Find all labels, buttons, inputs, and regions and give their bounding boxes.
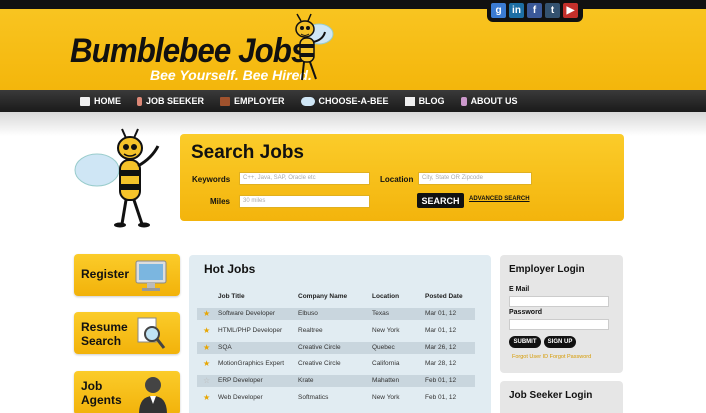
star-icon: ★ (203, 359, 211, 369)
nav-job-seeker[interactable]: JOB SEEKER (137, 96, 204, 106)
nav-home[interactable]: HOME (80, 96, 121, 106)
table-row[interactable]: ★ SQA Creative Circle Quebec Mar 26, 12 (197, 341, 475, 354)
table-cell-location: New York (372, 394, 400, 401)
monitor-icon (135, 260, 167, 291)
star-icon: ☆ (203, 376, 211, 386)
register-button[interactable]: Register (74, 254, 180, 296)
search-title: Search Jobs (191, 142, 304, 163)
keywords-label: Keywords (192, 175, 231, 184)
table-cell-location: Quebec (372, 343, 395, 351)
table-cell-date: Mar 28, 12 (425, 360, 457, 368)
document-icon (404, 96, 415, 106)
email-label: E Mail (509, 286, 530, 293)
search-button[interactable]: SEARCH (417, 193, 464, 208)
location-label: Location (380, 175, 414, 184)
table-row[interactable]: ★ Software Developer Elbuso Texas Mar 01, 12 (197, 308, 475, 320)
facebook-icon[interactable]: f (527, 3, 542, 18)
table-cell-date: Mar 01, 12 (425, 310, 457, 317)
star-icon: ★ (203, 309, 211, 318)
table-row[interactable]: ★ Web Developer Softmatics New York Feb 01, … (197, 392, 475, 404)
table-cell-title: SQA (218, 343, 232, 351)
table-cell-title: Web Developer (218, 394, 263, 401)
table-cell-company: Realtree (298, 326, 323, 334)
agent-person-icon (139, 377, 167, 413)
table-cell-company: Creative Circle (298, 343, 341, 351)
table-cell-date: Mar 26, 12 (425, 343, 457, 351)
table-cell-location: New York (372, 326, 400, 334)
table-cell-company: Elbuso (298, 310, 318, 317)
sign-up-button[interactable]: SIGN UP (544, 336, 576, 348)
column-header: Company Name (298, 293, 348, 300)
table-row[interactable]: ★ MotionGraphics Expert Creative Circle Cal… (197, 358, 475, 370)
site-logo-title[interactable]: Bumblebee Jobs (70, 32, 308, 71)
main-nav: HOME JOB SEEKER EMPLOYER CHOOSE-A-BEE BL… (0, 90, 706, 112)
table-cell-location: California (372, 360, 400, 368)
google-icon[interactable]: g (491, 3, 506, 18)
table-cell-title: ERP Developer (218, 377, 263, 385)
briefcase-icon (220, 96, 231, 106)
home-icon (80, 96, 90, 106)
resume-label: Resume (81, 320, 128, 334)
person-icon (137, 96, 142, 106)
hot-jobs-title: Hot Jobs (204, 262, 256, 276)
column-header: Location (372, 293, 400, 300)
column-header: Posted Date (425, 293, 463, 300)
forgot-credentials-link[interactable]: Forgot User ID Forgot Password (512, 354, 591, 360)
star-icon: ★ (203, 393, 211, 402)
employer-login-title: Employer Login (509, 264, 585, 275)
table-cell-date: Feb 01, 12 (425, 394, 457, 401)
job-label: Job (81, 379, 103, 393)
table-row[interactable]: ☆ ERP Developer Krate Mahatten Feb 01, 12 (197, 375, 475, 388)
table-cell-company: Creative Circle (298, 360, 341, 368)
bee-mascot-icon (74, 128, 160, 228)
bee-icon (300, 96, 315, 106)
table-cell-location: Texas (372, 310, 389, 317)
job-agents-button[interactable]: Job Agents (74, 371, 180, 413)
submit-button[interactable]: SUBMIT (509, 336, 541, 348)
youtube-icon[interactable]: ▶ (563, 3, 578, 18)
bee-mascot-icon (295, 13, 334, 81)
location-input[interactable]: City, State OR Zipcode (418, 172, 532, 185)
table-cell-title: Software Developer (218, 310, 276, 317)
top-bar (0, 0, 706, 9)
star-icon: ★ (203, 325, 211, 335)
column-header: Job Title (218, 293, 245, 300)
star-icon: ★ (203, 342, 211, 352)
social-links: g in f t ▶ (487, 0, 583, 22)
job-seeker-login-title: Job Seeker Login (509, 390, 593, 401)
nav-about-us[interactable]: ABOUT US (460, 96, 518, 106)
resume-search-button[interactable]: Resume Search (74, 312, 180, 354)
nav-choose-a-bee[interactable]: CHOOSE-A-BEE (300, 96, 389, 106)
table-cell-company: Softmatics (298, 394, 329, 401)
password-label: Password (509, 309, 543, 316)
table-cell-location: Mahatten (372, 377, 400, 385)
linkedin-icon[interactable]: in (509, 3, 524, 18)
register-label: Register (81, 267, 130, 281)
tumblr-icon[interactable]: t (545, 3, 560, 18)
search-label: Search (81, 334, 122, 348)
advanced-search-link[interactable]: ADVANCED SEARCH (469, 196, 530, 202)
table-cell-date: Feb 01, 12 (425, 377, 457, 385)
table-row[interactable]: ★ HTML/PHP Developer Realtree New York Mar 0… (197, 325, 475, 337)
table-cell-date: Mar 01, 12 (425, 326, 457, 334)
miles-label: Miles (210, 197, 231, 206)
table-cell-title: HTML/PHP Developer (218, 326, 283, 334)
nav-employer[interactable]: EMPLOYER (220, 96, 285, 106)
table-cell-title: MotionGraphics Expert (218, 360, 285, 368)
miles-input[interactable]: 30 miles (239, 195, 370, 208)
agents-label: Agents (81, 393, 122, 407)
nav-blog[interactable]: BLOG (404, 96, 445, 106)
email-field[interactable] (509, 296, 609, 307)
magnifier-document-icon (137, 317, 166, 349)
password-field[interactable] (509, 319, 609, 330)
keywords-input[interactable]: C++, Java, SAP, Oracle etc (239, 172, 370, 185)
person-icon (460, 96, 467, 106)
table-cell-company: Krate (298, 377, 314, 385)
